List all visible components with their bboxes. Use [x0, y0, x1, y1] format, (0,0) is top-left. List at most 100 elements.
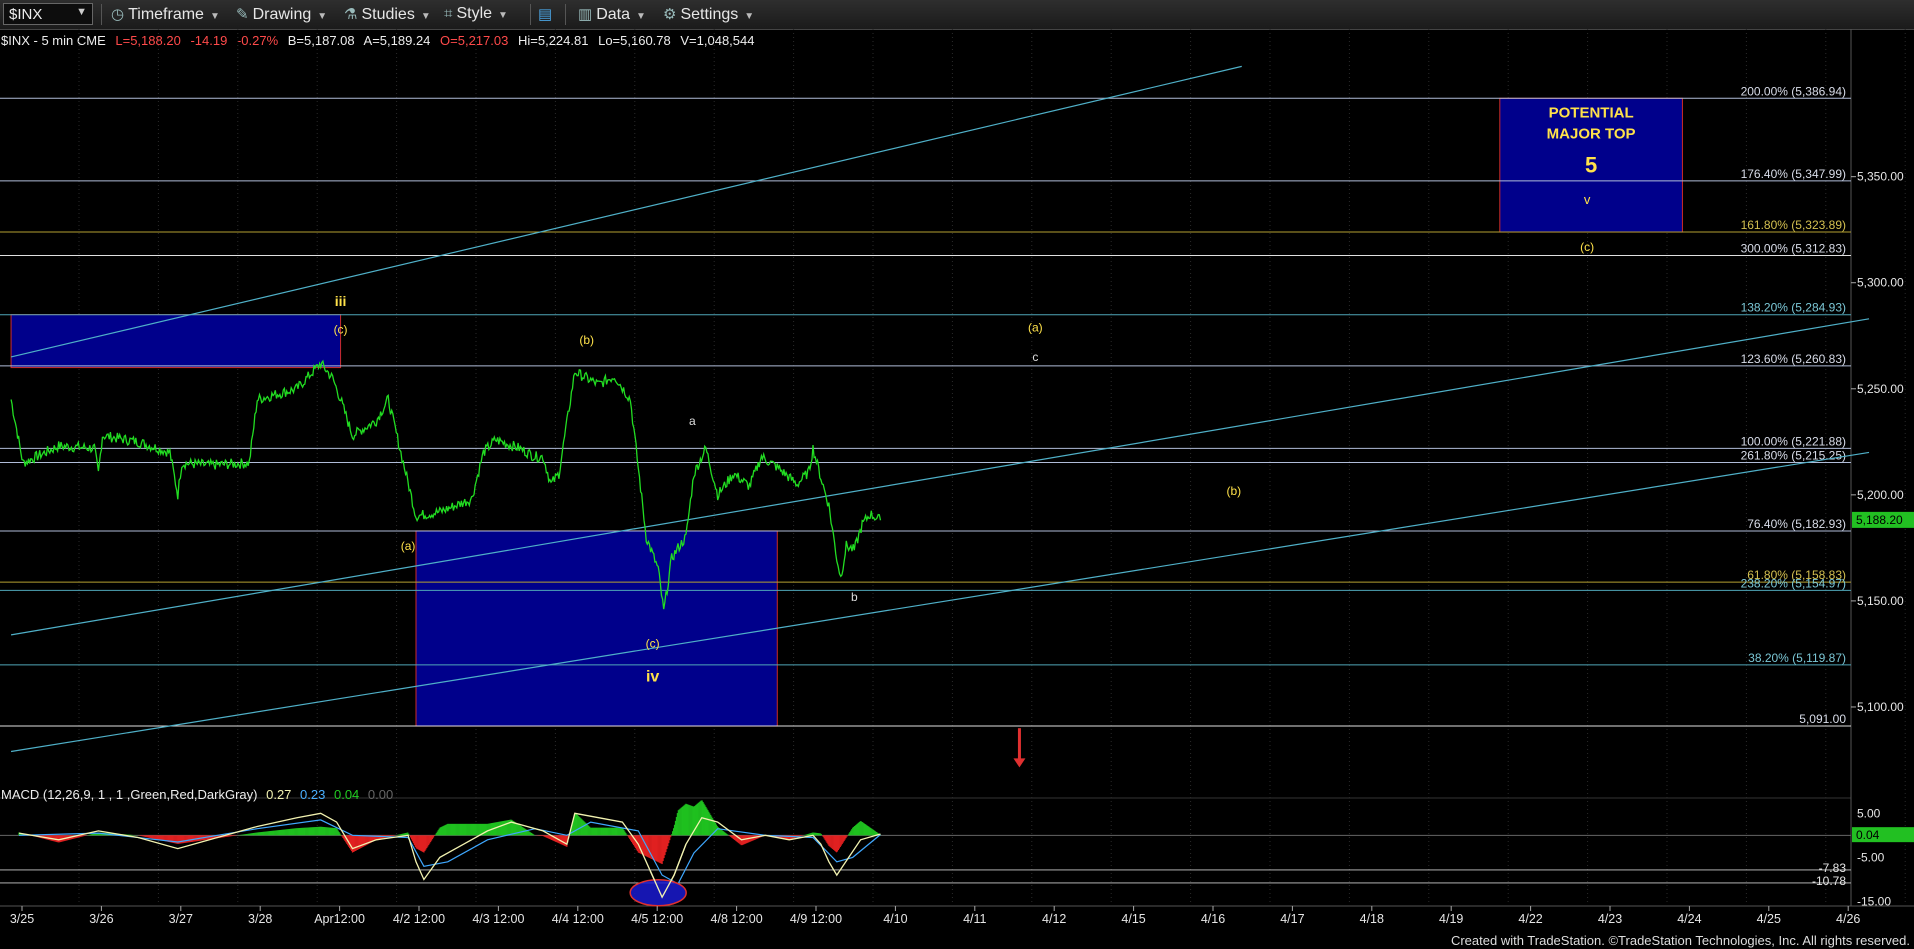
macd-level-label: -10.78 — [1812, 874, 1846, 888]
wave-label: iv — [646, 669, 659, 686]
fib-level-label: 176.40% (5,347.99) — [1741, 167, 1846, 181]
chevron-down-icon: ▼ — [209, 11, 220, 22]
time-axis-label: 4/4 12:00 — [552, 912, 604, 926]
toolbar-divider — [565, 4, 566, 25]
fib-level-label: 38.20% (5,119.87) — [1748, 651, 1846, 665]
time-axis-label: 4/26 — [1836, 912, 1860, 926]
time-axis-label: 4/22 — [1518, 912, 1542, 926]
time-axis-label: 3/26 — [89, 912, 113, 926]
settings-button[interactable]: ⚙ Settings ▼ — [663, 5, 754, 24]
price-axis-label: 5,150.00 — [1857, 594, 1904, 608]
time-axis-label: 4/12 — [1042, 912, 1066, 926]
time-axis-label: 4/16 — [1201, 912, 1225, 926]
style-icon: ⌗ — [444, 5, 453, 22]
wave-label: (a) — [401, 539, 416, 553]
toolbar-divider — [101, 4, 102, 25]
fib-level-label: 123.60% (5,260.83) — [1741, 352, 1846, 366]
wave-label: (c) — [646, 637, 660, 651]
time-axis-label: Apr12:00 — [314, 912, 365, 926]
wave-label: b — [851, 590, 858, 604]
settings-label: Settings — [680, 6, 739, 23]
price-axis-label: 5,100.00 — [1857, 700, 1904, 714]
timeframe-button[interactable]: ◷ Timeframe ▼ — [111, 5, 220, 24]
time-axis-label: 3/27 — [169, 912, 193, 926]
fib-level-label: 300.00% (5,312.83) — [1741, 242, 1846, 256]
chevron-down-icon: ▼ — [420, 11, 431, 22]
time-axis-label: 4/9 12:00 — [790, 912, 842, 926]
time-axis-label: 4/11 — [963, 912, 986, 926]
data-button[interactable]: ▥ Data ▼ — [578, 5, 646, 24]
fib-level-label: 161.80% (5,323.89) — [1741, 218, 1846, 232]
fib-level-label: 5,091.00 — [1799, 712, 1846, 726]
symbol-selector[interactable]: $INX ▼ — [3, 3, 93, 25]
chevron-down-icon: ▼ — [744, 11, 755, 22]
macd-axis-label: -5.00 — [1857, 850, 1885, 864]
wave-target-box — [415, 530, 778, 727]
macd-name: MACD (12,26,9, 1 , 1 ,Green,Red,DarkGray… — [1, 787, 258, 802]
time-axis-label: 4/23 — [1598, 912, 1622, 926]
channel-trendline — [10, 451, 1870, 753]
fib-level-label: 261.80% (5,215.25) — [1741, 449, 1846, 463]
price-axis-label: 5,300.00 — [1857, 276, 1904, 290]
wave-label: a — [689, 414, 696, 428]
price-axis-label: 5,250.00 — [1857, 382, 1904, 396]
down-arrow-icon — [1013, 758, 1026, 768]
fib-level-label: 238.20% (5,154.97) — [1741, 576, 1846, 590]
time-axis-label: 4/8 12:00 — [711, 912, 763, 926]
time-axis-label: 4/10 — [883, 912, 907, 926]
credit-text: Created with TradeStation. ©TradeStation… — [1450, 933, 1910, 948]
style-label: Style — [456, 5, 493, 22]
macd-value-badge-text: 0.04 — [1856, 828, 1880, 842]
fib-level-label: 76.40% (5,182.93) — [1747, 517, 1846, 531]
wave-label: c — [1032, 350, 1038, 364]
toolbar-divider — [530, 4, 531, 25]
time-axis-label: 4/17 — [1280, 912, 1304, 926]
studies-button[interactable]: ⚗ Studies ▼ — [344, 5, 431, 24]
time-axis-label: 4/2 12:00 — [393, 912, 445, 926]
macd-divergence-ellipse — [629, 879, 687, 907]
chevron-down-icon: ▼ — [317, 11, 328, 22]
fib-level-label: 100.00% (5,221.88) — [1741, 434, 1846, 448]
macd-zero-value: 0.00 — [367, 787, 394, 802]
macd-diff-value: 0.04 — [333, 787, 360, 802]
data-label: Data — [596, 6, 630, 23]
time-axis-label: 3/28 — [248, 912, 272, 926]
price-axis-label: 5,350.00 — [1857, 170, 1904, 184]
time-axis-label: 4/19 — [1439, 912, 1463, 926]
panels-button[interactable]: ▤ — [538, 5, 556, 24]
clock-icon: ◷ — [111, 6, 125, 23]
drawing-label: Drawing — [252, 6, 312, 23]
wave-label: (b) — [1226, 484, 1241, 498]
studies-label: Studies — [361, 6, 415, 23]
macd-value: 0.27 — [266, 787, 292, 802]
time-axis-label: 4/15 — [1121, 912, 1145, 926]
macd-level-label: -7.83 — [1819, 861, 1847, 875]
last-price-badge-text: 5,188.20 — [1856, 513, 1903, 527]
box-annotation-text: 5 — [1585, 152, 1597, 177]
timeframe-label: Timeframe — [128, 6, 204, 23]
macd-axis-label: 5.00 — [1857, 806, 1881, 820]
gear-icon: ⚙ — [663, 6, 677, 23]
time-axis-label: 4/5 12:00 — [631, 912, 683, 926]
macd-axis-label: -15.00 — [1857, 895, 1891, 909]
wave-label: (c) — [334, 323, 348, 337]
wave-label: (b) — [579, 333, 594, 347]
fib-level-label: 200.00% (5,386.94) — [1741, 84, 1846, 98]
box-annotation-text: MAJOR TOP — [1547, 125, 1636, 142]
drawing-button[interactable]: ✎ Drawing ▼ — [236, 5, 327, 24]
flask-icon: ⚗ — [344, 6, 358, 23]
wave-target-box — [10, 314, 342, 369]
price-chart[interactable]: 200.00% (5,386.94) 176.40% (5,347.99) 161.… — [0, 29, 1914, 949]
box-annotation-text: v — [1584, 192, 1591, 207]
wave-label: iii — [335, 293, 347, 309]
time-axis-label: 3/25 — [10, 912, 34, 926]
style-button[interactable]: ⌗ Style ▼ — [444, 5, 508, 23]
toolbar: $INX ▼ ◷ Timeframe ▼ ✎ Drawing ▼ ⚗ Studies ▼ ⌗… — [0, 0, 1914, 30]
time-axis-label: 4/3 12:00 — [472, 912, 524, 926]
fib-level-label: 138.20% (5,284.93) — [1741, 301, 1846, 315]
pencil-icon: ✎ — [236, 6, 249, 23]
time-axis-label: 4/25 — [1757, 912, 1781, 926]
symbol-text: $INX — [9, 6, 43, 23]
time-axis-label: 4/18 — [1360, 912, 1384, 926]
chevron-down-icon: ▼ — [635, 11, 646, 22]
